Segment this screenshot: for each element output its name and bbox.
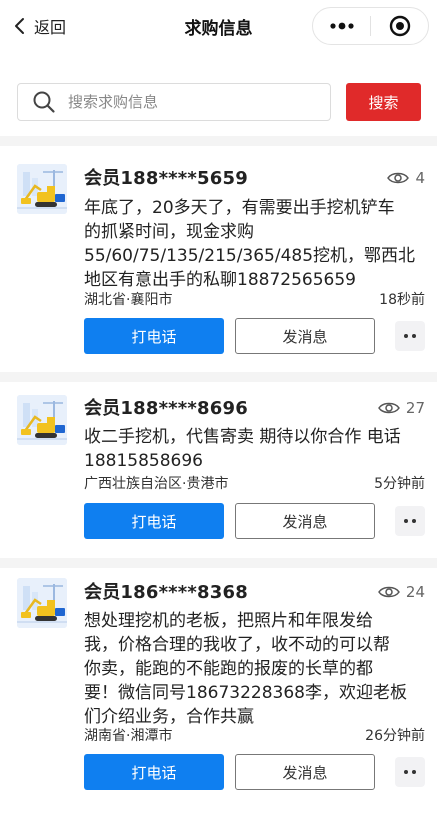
member-name: 会员188****8696	[84, 398, 248, 419]
view-count-value: 24	[405, 583, 425, 601]
content-line: 我，价格合理的我收了，收不动的可以帮	[84, 635, 390, 655]
chevron-left-icon	[15, 18, 24, 34]
search-icon	[33, 91, 55, 113]
dot-icon	[412, 770, 416, 774]
content-line: 的抓紧时间，现金求购	[84, 222, 254, 242]
member-name: 会员186****8368	[84, 582, 248, 603]
dot-icon	[404, 770, 408, 774]
dot-icon	[404, 519, 408, 523]
section-divider	[0, 136, 437, 146]
listing-content: 想处理挖机的老板，把照片和年限发给 我，价格合理的我收了，收不动的可以帮 你卖，…	[84, 609, 426, 729]
eye-icon	[378, 586, 400, 598]
search-input[interactable]	[68, 93, 308, 111]
avatar	[17, 578, 67, 628]
message-button[interactable]: 发消息	[235, 503, 375, 539]
navigation-bar: 返回 求购信息	[0, 0, 437, 52]
member-name: 会员188****5659	[84, 168, 248, 189]
content-line: 想处理挖机的老板，把照片和年限发给	[84, 611, 373, 631]
view-count: 27	[378, 399, 425, 417]
more-dots-icon	[329, 22, 354, 30]
search-bar: 搜索	[0, 52, 437, 136]
eye-icon	[387, 172, 410, 184]
view-count: 4	[387, 169, 425, 187]
more-options-button[interactable]	[395, 321, 425, 351]
view-count-value: 27	[405, 399, 425, 417]
call-button[interactable]: 打电话	[84, 318, 224, 354]
excavator-avatar-icon	[17, 164, 67, 214]
target-close-icon	[389, 15, 410, 37]
avatar	[17, 164, 67, 214]
excavator-avatar-icon	[17, 395, 67, 445]
listing-card[interactable]: 会员188****5659 4 年底了，20多天了，有需要出手挖机铲车 的抓紧时…	[0, 146, 437, 372]
dot-icon	[404, 334, 408, 338]
post-time: 5分钟前	[374, 476, 425, 492]
search-button[interactable]: 搜索	[346, 83, 421, 121]
more-menu-button[interactable]	[313, 8, 370, 44]
avatar	[17, 395, 67, 445]
post-time: 26分钟前	[365, 728, 425, 744]
content-line: 55/60/75/135/215/365/485挖机，鄂西北	[84, 246, 416, 266]
dot-icon	[412, 519, 416, 523]
listing-card[interactable]: 会员186****8368 24 想处理挖机的老板，把照片和年限发给 我，价格合…	[0, 568, 437, 813]
content-line: 要！微信同号18673228368李，欢迎老板	[84, 683, 407, 703]
content-line: 你卖，能跑的不能跑的报废的长草的都	[84, 659, 373, 679]
close-miniprogram-button[interactable]	[371, 8, 428, 44]
call-button[interactable]: 打电话	[84, 754, 224, 790]
excavator-avatar-icon	[17, 578, 67, 628]
more-options-button[interactable]	[395, 506, 425, 536]
view-count: 24	[378, 583, 425, 601]
listing-card[interactable]: 会员188****8696 27 收二手挖机，代售寄卖 期待以你合作 电话 18…	[0, 382, 437, 558]
view-count-value: 4	[415, 169, 425, 187]
message-button[interactable]: 发消息	[235, 318, 375, 354]
eye-icon	[378, 402, 400, 414]
content-line: 年底了，20多天了，有需要出手挖机铲车	[84, 198, 395, 218]
content-line: 收二手挖机，代售寄卖 期待以你合作 电话	[84, 427, 401, 447]
back-button[interactable]: 返回	[12, 12, 66, 40]
back-label: 返回	[34, 18, 67, 37]
listing-content: 收二手挖机，代售寄卖 期待以你合作 电话 18815858696	[84, 425, 426, 473]
call-button[interactable]: 打电话	[84, 503, 224, 539]
post-time: 18秒前	[379, 292, 425, 308]
message-button[interactable]: 发消息	[235, 754, 375, 790]
region-label: 广西壮族自治区·贵港市	[84, 476, 229, 492]
dot-icon	[412, 334, 416, 338]
content-line: 18815858696	[84, 451, 203, 471]
listing-content: 年底了，20多天了，有需要出手挖机铲车 的抓紧时间，现金求购 55/60/75/…	[84, 196, 426, 292]
more-options-button[interactable]	[395, 757, 425, 787]
region-label: 湖北省·襄阳市	[84, 292, 173, 308]
section-divider	[0, 372, 437, 382]
miniprogram-capsule	[312, 7, 429, 45]
region-label: 湖南省·湘潭市	[84, 728, 173, 744]
search-box[interactable]	[17, 83, 331, 121]
section-divider	[0, 558, 437, 568]
